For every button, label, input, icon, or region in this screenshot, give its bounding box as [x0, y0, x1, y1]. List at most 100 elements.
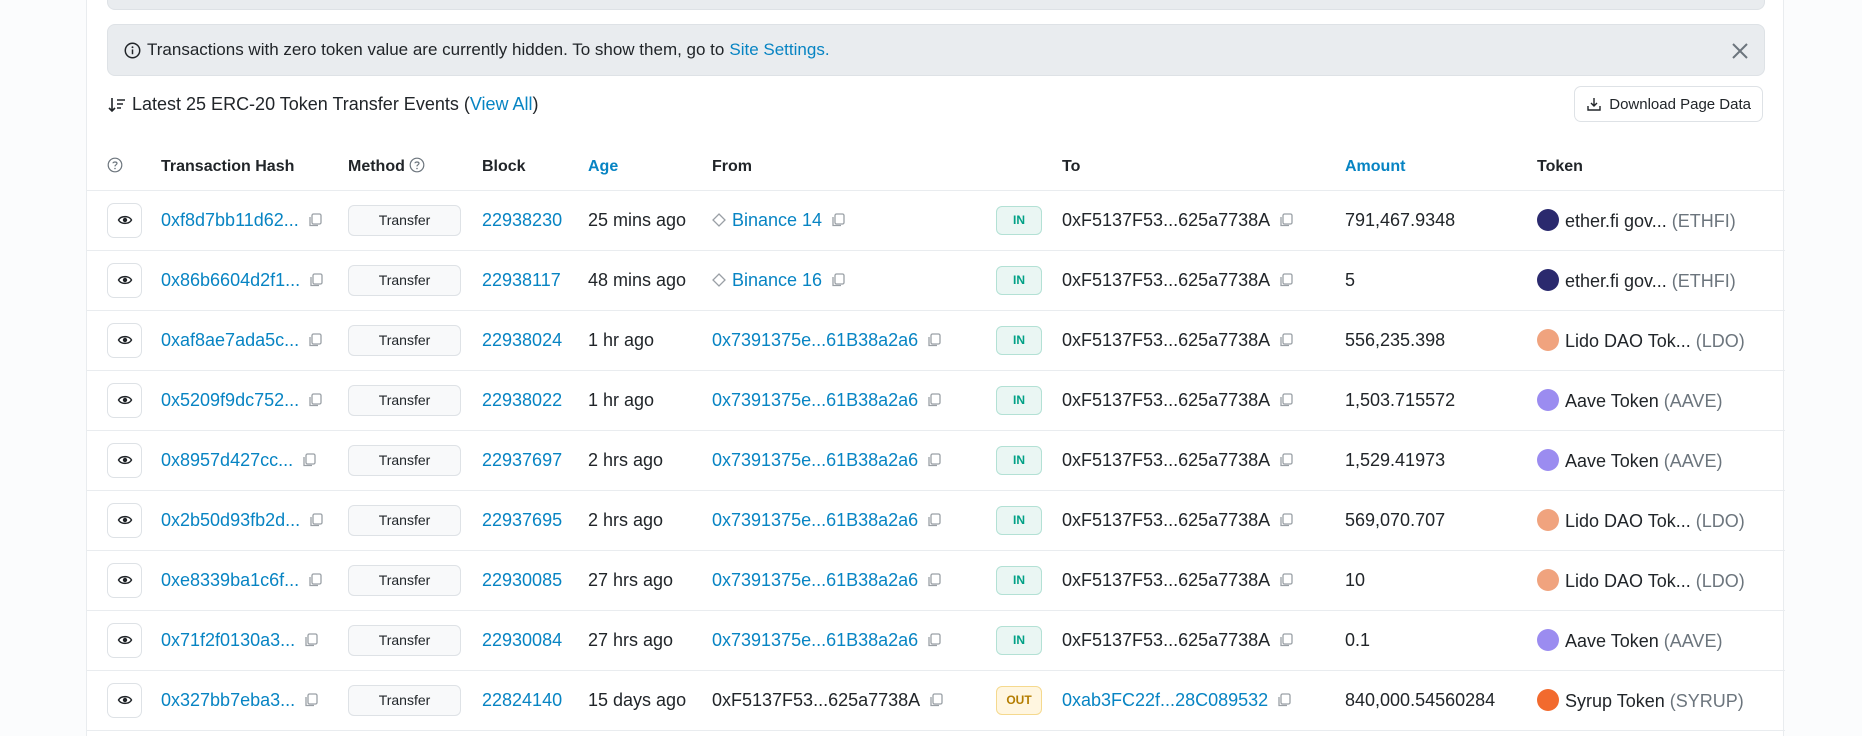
token-logo-icon	[1537, 268, 1559, 291]
view-details-eye-icon[interactable]	[107, 322, 142, 358]
copy-icon[interactable]	[926, 392, 942, 408]
token-name-link[interactable]: Aave Token	[1565, 631, 1659, 651]
view-details-eye-icon[interactable]	[107, 442, 142, 478]
block-link[interactable]: 22938230	[482, 210, 562, 230]
copy-icon[interactable]	[926, 572, 942, 588]
heading-prefix: Latest 25 ERC-20 Token Transfer Events (	[132, 94, 470, 114]
from-address[interactable]: 0x7391375e...61B38a2a6	[712, 450, 918, 470]
block-link[interactable]: 22824140	[482, 690, 562, 710]
view-details-eye-icon[interactable]	[107, 622, 142, 658]
header-amount[interactable]: Amount	[1345, 144, 1537, 191]
from-address[interactable]: 0x7391375e...61B38a2a6	[712, 330, 918, 350]
token-name-link[interactable]: Aave Token	[1565, 451, 1659, 471]
token-name-link[interactable]: ether.fi gov...	[1565, 271, 1667, 291]
token-logo-icon	[1537, 628, 1559, 651]
method-badge: Transfer	[348, 624, 461, 656]
token-symbol: (AAVE)	[1663, 390, 1723, 411]
transaction-hash-link[interactable]: 0x86b6604d2f1...	[161, 270, 300, 290]
copy-icon[interactable]	[1278, 512, 1294, 528]
from-address[interactable]: 0x7391375e...61B38a2a6	[712, 630, 918, 650]
copy-icon[interactable]	[1278, 332, 1294, 348]
copy-icon[interactable]	[1276, 692, 1292, 708]
contract-diamond-icon	[712, 212, 726, 227]
view-details-eye-icon[interactable]	[107, 382, 142, 418]
copy-icon[interactable]	[928, 692, 944, 708]
copy-icon[interactable]	[830, 272, 846, 288]
copy-icon[interactable]	[1278, 272, 1294, 288]
copy-icon[interactable]	[301, 452, 317, 468]
transaction-hash-link[interactable]: 0x327bb7eba3...	[161, 690, 295, 710]
transaction-hash-link[interactable]: 0x5209f9dc752...	[161, 390, 299, 410]
from-address[interactable]: Binance 16	[732, 270, 822, 290]
copy-icon[interactable]	[926, 332, 942, 348]
transaction-hash-link[interactable]: 0x71f2f0130a3...	[161, 630, 295, 650]
copy-icon[interactable]	[1278, 452, 1294, 468]
copy-icon[interactable]	[307, 332, 323, 348]
copy-icon[interactable]	[926, 452, 942, 468]
close-icon[interactable]	[1728, 39, 1752, 63]
token-symbol: (SYRUP)	[1669, 690, 1744, 711]
block-link[interactable]: 22938024	[482, 330, 562, 350]
token-name-link[interactable]: ether.fi gov...	[1565, 211, 1667, 231]
transaction-hash-link[interactable]: 0x2b50d93fb2d...	[161, 510, 300, 530]
block-link[interactable]: 22938022	[482, 390, 562, 410]
copy-icon[interactable]	[830, 212, 846, 228]
view-details-eye-icon[interactable]	[107, 262, 142, 298]
copy-icon[interactable]	[1278, 572, 1294, 588]
transaction-hash-link[interactable]: 0xaf8ae7ada5c...	[161, 330, 299, 350]
direction-badge: IN	[996, 385, 1042, 415]
view-details-eye-icon[interactable]	[107, 502, 142, 538]
header-age[interactable]: Age	[588, 144, 712, 191]
view-details-eye-icon[interactable]	[107, 202, 142, 238]
to-address[interactable]: 0xab3FC22f...28C089532	[1062, 690, 1268, 710]
block-link[interactable]: 22937695	[482, 510, 562, 530]
block-link[interactable]: 22930085	[482, 570, 562, 590]
from-address: 0xF5137F53...625a7738A	[712, 689, 921, 710]
copy-icon[interactable]	[303, 692, 319, 708]
direction-badge: IN	[996, 325, 1042, 355]
copy-icon[interactable]	[308, 512, 324, 528]
view-details-eye-icon[interactable]	[107, 562, 142, 598]
copy-icon[interactable]	[1278, 392, 1294, 408]
block-link[interactable]: 22938117	[482, 270, 561, 290]
block-link[interactable]: 22930084	[482, 630, 562, 650]
to-address: 0xF5137F53...625a7738A	[1062, 569, 1271, 590]
token-name-link[interactable]: Syrup Token	[1565, 691, 1665, 711]
table-row: 0x71f2f0130a3... Transfer 22930084 27 hrs a…	[87, 610, 1785, 670]
site-settings-link[interactable]: Site Settings.	[729, 40, 829, 60]
method-badge: Transfer	[348, 684, 461, 716]
question-circle-icon[interactable]	[107, 157, 123, 173]
copy-icon[interactable]	[1278, 212, 1294, 228]
token-name-link[interactable]: Aave Token	[1565, 391, 1659, 411]
header-method-label: Method	[348, 158, 405, 176]
copy-icon[interactable]	[308, 272, 324, 288]
header-help[interactable]	[87, 144, 161, 191]
token-name-link[interactable]: Lido DAO Tok...	[1565, 331, 1691, 351]
from-address[interactable]: 0x7391375e...61B38a2a6	[712, 390, 918, 410]
copy-icon[interactable]	[307, 392, 323, 408]
info-icon	[124, 42, 141, 59]
copy-icon[interactable]	[926, 512, 942, 528]
copy-icon[interactable]	[1278, 632, 1294, 648]
copy-icon[interactable]	[307, 572, 323, 588]
token-name-link[interactable]: Lido DAO Tok...	[1565, 571, 1691, 591]
view-all-link[interactable]: View All	[470, 94, 533, 115]
copy-icon[interactable]	[307, 212, 323, 228]
question-circle-icon[interactable]	[409, 157, 425, 173]
copy-icon[interactable]	[303, 632, 319, 648]
block-link[interactable]: 22937697	[482, 450, 562, 470]
direction-badge: IN	[996, 565, 1042, 595]
transaction-hash-link[interactable]: 0xf8d7bb11d62...	[161, 210, 299, 230]
copy-icon[interactable]	[926, 632, 942, 648]
view-details-eye-icon[interactable]	[107, 682, 142, 718]
from-address[interactable]: 0x7391375e...61B38a2a6	[712, 570, 918, 590]
token-name-link[interactable]: Lido DAO Tok...	[1565, 511, 1691, 531]
amount-value: 840,000.54560284	[1345, 689, 1496, 710]
transaction-hash-link[interactable]: 0xe8339ba1c6f...	[161, 570, 299, 590]
download-page-data-button[interactable]: Download Page Data	[1574, 86, 1763, 122]
amount-value: 569,070.707	[1345, 509, 1446, 530]
from-address[interactable]: Binance 14	[732, 210, 822, 230]
from-address[interactable]: 0x7391375e...61B38a2a6	[712, 510, 918, 530]
transaction-hash-link[interactable]: 0x8957d427cc...	[161, 450, 293, 470]
amount-value: 556,235.398	[1345, 329, 1446, 350]
